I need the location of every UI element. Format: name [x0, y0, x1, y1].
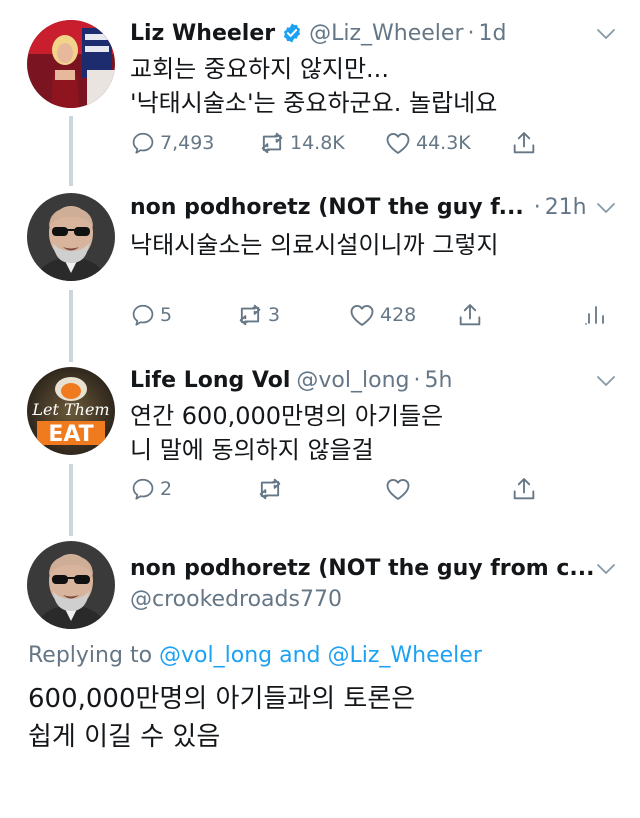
- reply-button[interactable]: 5: [130, 298, 172, 332]
- timestamp[interactable]: 21h: [545, 195, 587, 220]
- retweet-icon: [236, 301, 264, 329]
- separator-dot: ·: [413, 367, 421, 393]
- avatar-logo-text: EAT: [48, 422, 93, 447]
- user-handle[interactable]: @crookedroads770: [130, 587, 342, 612]
- mention-link[interactable]: @Liz_Wheeler: [328, 643, 482, 668]
- like-count: 44.3K: [416, 132, 471, 154]
- like-button[interactable]: 44.3K: [384, 126, 471, 160]
- chevron-down-icon[interactable]: [596, 27, 616, 41]
- tweet-text: 600,000만명의 아기들과의 토론은 쉽게 이길 수 있음: [28, 684, 416, 752]
- timestamp[interactable]: 5h: [424, 368, 452, 393]
- tweet-text: 연간 600,000만명의 아기들은 니 말에 동의하지 않을걸: [130, 402, 444, 464]
- tweet-header: Life Long Vol @vol_long · 5h: [130, 365, 452, 395]
- avatar-image: Let Them EAT: [27, 367, 115, 455]
- avatar-logo-text: Let Them: [31, 400, 109, 419]
- share-button[interactable]: [510, 472, 538, 506]
- analytics-button[interactable]: [584, 298, 608, 332]
- reply-count: 5: [160, 304, 173, 326]
- chevron-down-icon[interactable]: [596, 201, 616, 215]
- share-icon: [456, 301, 484, 329]
- reply-icon: [130, 302, 156, 328]
- thread-line: [69, 464, 73, 536]
- heart-icon: [384, 129, 412, 157]
- verified-badge-icon: [284, 23, 301, 43]
- like-button[interactable]: [384, 472, 412, 506]
- avatar-image: [27, 20, 115, 108]
- avatar[interactable]: [27, 20, 115, 108]
- retweet-button[interactable]: [256, 472, 284, 506]
- retweet-button[interactable]: 14.8K: [258, 126, 345, 160]
- share-button[interactable]: [510, 126, 538, 160]
- mention-conjunction: and: [279, 643, 321, 668]
- display-name[interactable]: Life Long Vol: [130, 368, 290, 393]
- share-button[interactable]: [456, 298, 484, 332]
- like-button[interactable]: 428: [348, 298, 416, 332]
- replying-to: Replying to @vol_long and @Liz_Wheeler: [28, 643, 482, 668]
- tweet-text: 교회는 중요하지 않지만... '낙태시술소'는 중요하군요. 놀랍네요: [130, 55, 498, 117]
- share-icon: [510, 475, 538, 503]
- user-handle[interactable]: @Liz_Wheeler: [309, 21, 463, 46]
- display-name[interactable]: non podhoretz (NOT the guy from c...: [130, 556, 594, 581]
- reply-button[interactable]: 7,493: [130, 126, 214, 160]
- user-handle[interactable]: @vol_long: [296, 368, 409, 393]
- separator-dot: ·: [533, 194, 541, 220]
- retweet-icon: [256, 475, 284, 503]
- retweet-button[interactable]: 3: [236, 298, 280, 332]
- heart-icon: [348, 301, 376, 329]
- heart-icon: [384, 475, 412, 503]
- tweet-header: non podhoretz (NOT the guy f... · 21h: [130, 192, 587, 222]
- reply-count: 7,493: [160, 132, 215, 154]
- mention-link[interactable]: @vol_long: [159, 643, 272, 668]
- display-name[interactable]: non podhoretz (NOT the guy f...: [130, 195, 524, 220]
- tweet-header: non podhoretz (NOT the guy from c...: [130, 553, 594, 583]
- share-icon: [510, 129, 538, 157]
- reply-button[interactable]: 2: [130, 472, 172, 506]
- like-count: 428: [380, 304, 417, 326]
- display-name[interactable]: Liz Wheeler: [130, 21, 275, 46]
- avatar[interactable]: [27, 541, 115, 629]
- retweet-count: 3: [268, 304, 281, 326]
- tweet-header: Liz Wheeler @Liz_Wheeler · 1d: [130, 18, 506, 48]
- reply-icon: [130, 476, 156, 502]
- chevron-down-icon[interactable]: [596, 562, 616, 576]
- avatar[interactable]: Let Them EAT: [27, 367, 115, 455]
- avatar-image: [27, 541, 115, 629]
- reply-icon: [130, 130, 156, 156]
- retweet-count: 14.8K: [290, 132, 345, 154]
- replying-to-label: Replying to: [28, 643, 153, 668]
- timestamp[interactable]: 1d: [479, 21, 507, 46]
- separator-dot: ·: [467, 20, 475, 46]
- avatar[interactable]: [27, 193, 115, 281]
- chevron-down-icon[interactable]: [596, 374, 616, 388]
- reply-count: 2: [160, 478, 173, 500]
- retweet-icon: [258, 129, 286, 157]
- analytics-icon: [584, 302, 608, 328]
- thread-line: [69, 116, 73, 186]
- avatar-image: [27, 193, 115, 281]
- tweet-text: 낙태시술소는 의료시설이니까 그렇지: [130, 231, 499, 259]
- thread-line: [69, 290, 73, 362]
